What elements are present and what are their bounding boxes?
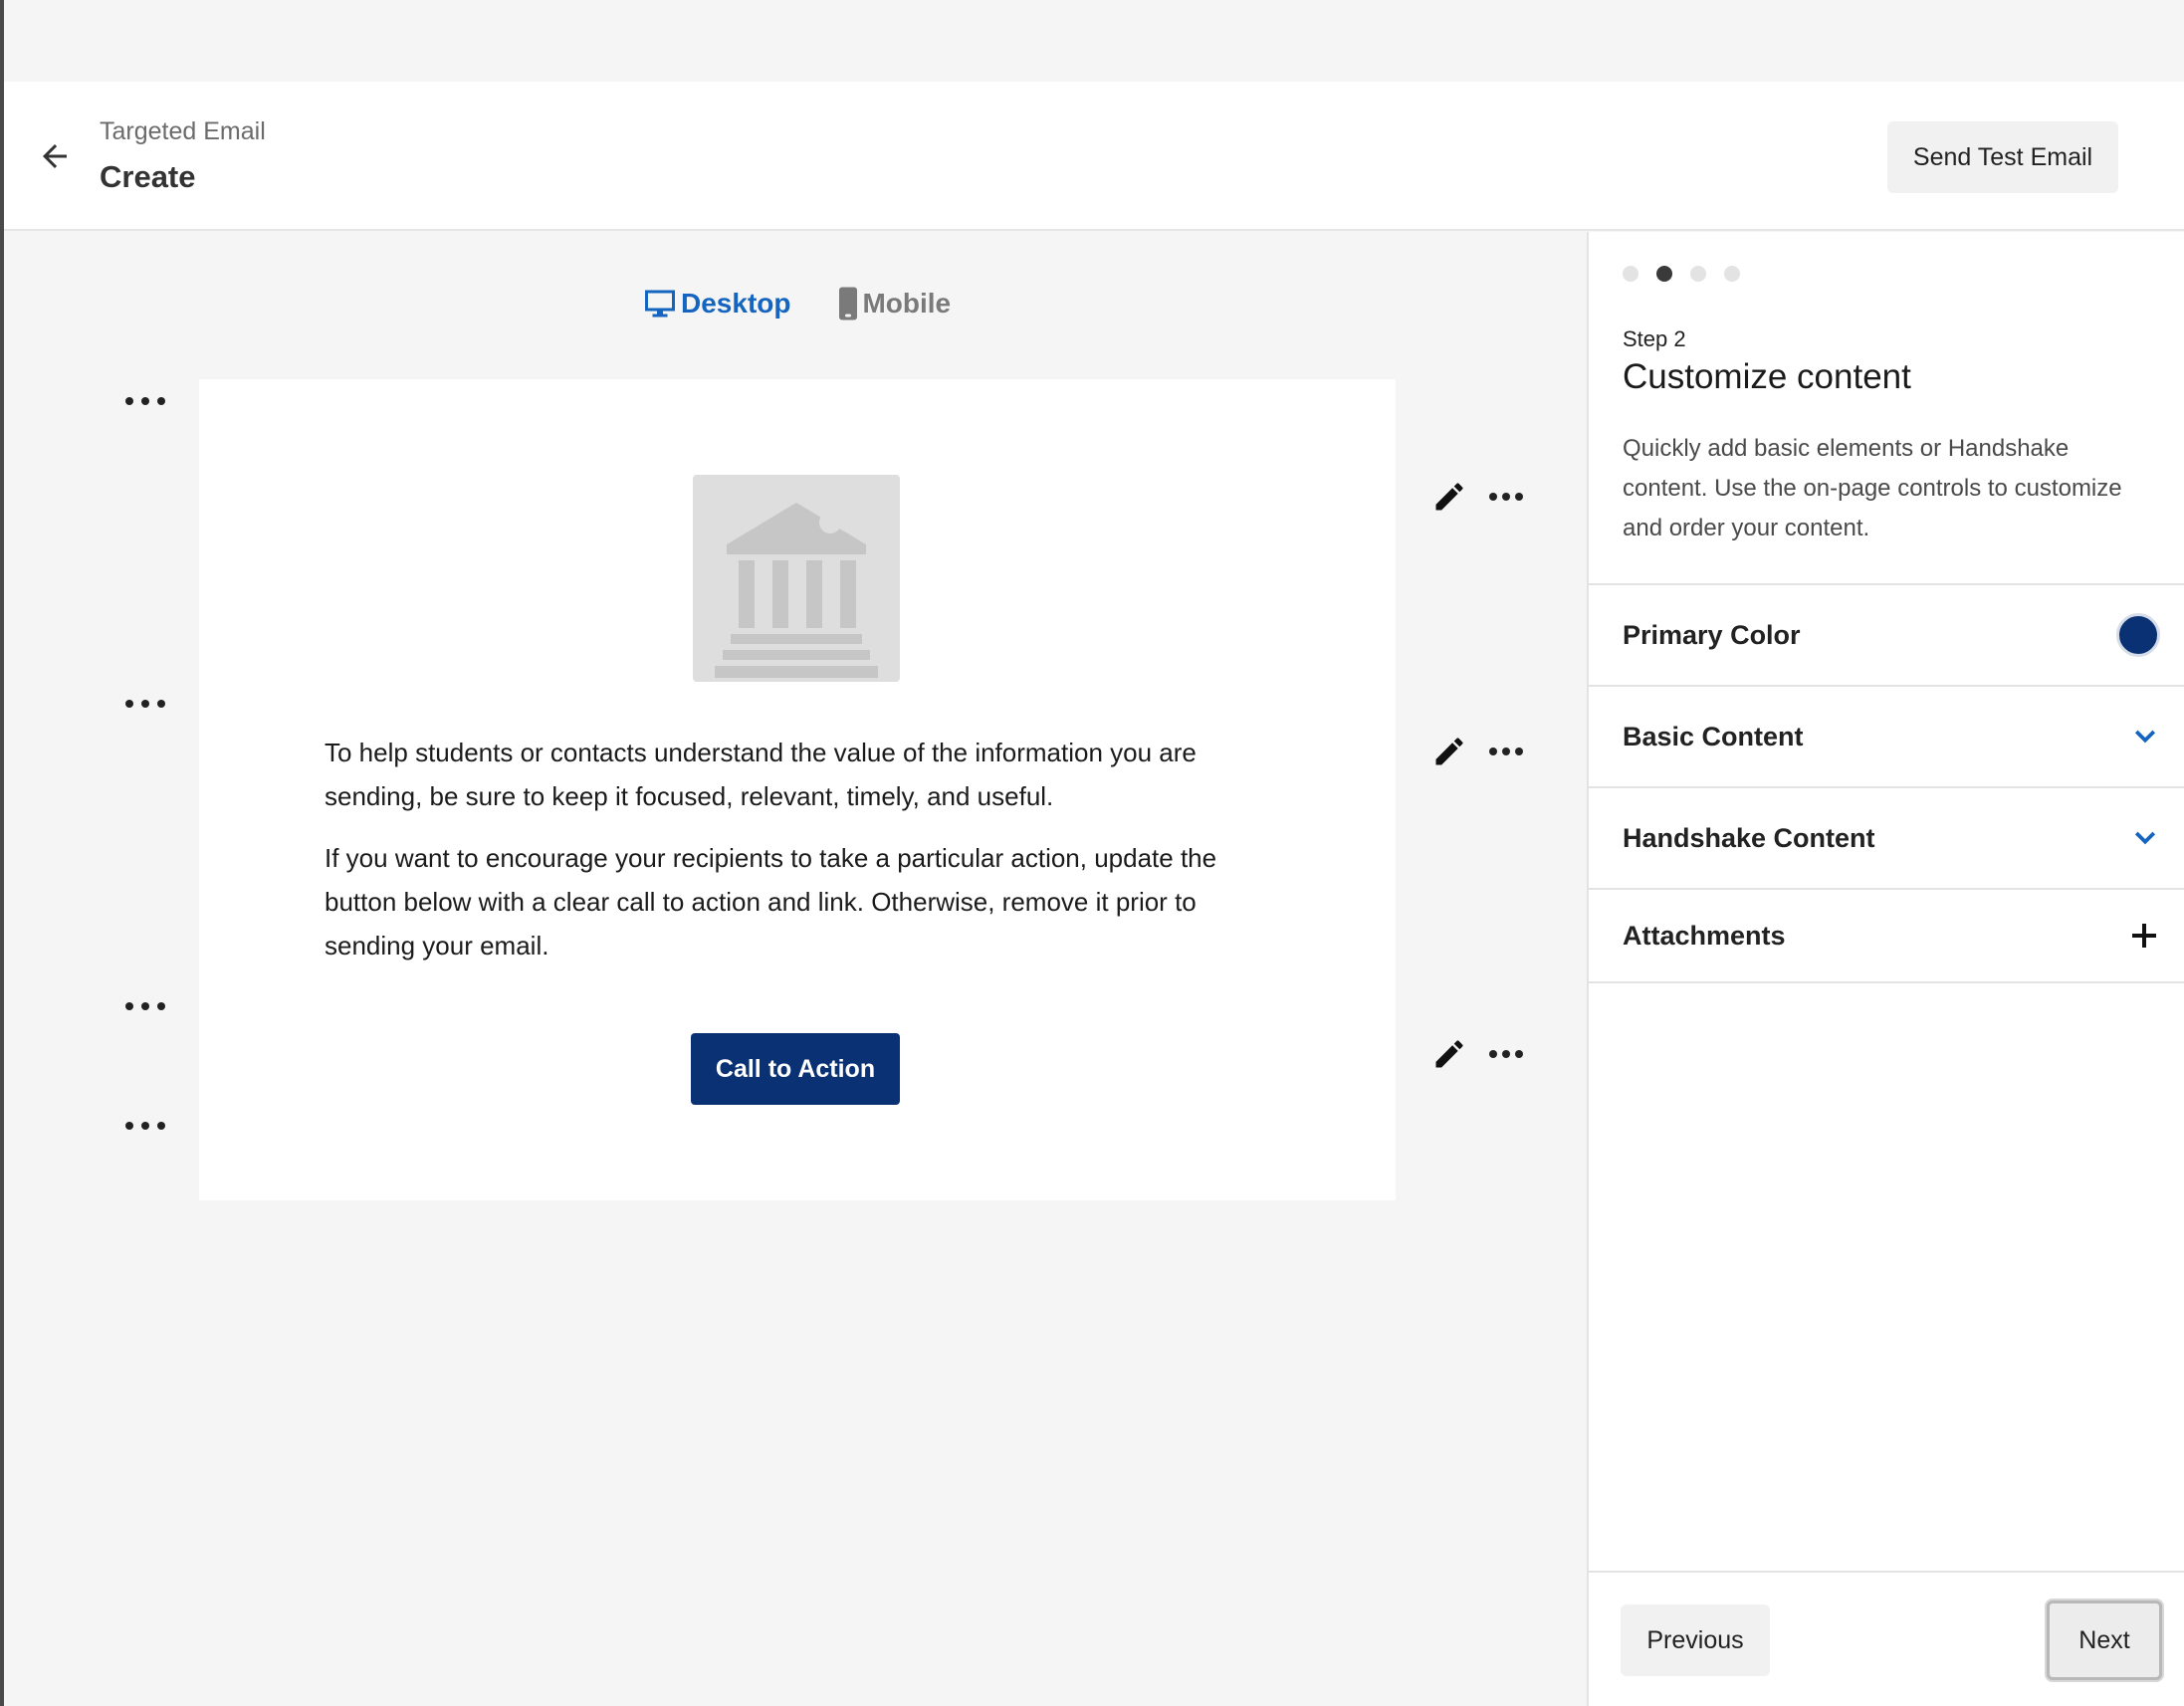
step-description: Quickly add basic elements or Handshake …: [1623, 435, 2122, 541]
button-row-controls: [1431, 1036, 1523, 1072]
attachments-section[interactable]: Attachments: [1589, 888, 2184, 983]
mobile-icon: [839, 287, 858, 320]
step-indicator: [1623, 266, 1740, 282]
section-options-button[interactable]: [125, 1116, 165, 1136]
chevron-down-icon[interactable]: [2130, 823, 2160, 853]
step-dot-current: [1656, 266, 1672, 282]
panel-footer: Previous Next: [1589, 1571, 2184, 1706]
section-label: Primary Color: [1623, 619, 1801, 650]
previous-button[interactable]: Previous: [1621, 1604, 1770, 1676]
section-label: Handshake Content: [1623, 822, 1875, 853]
page-header: Targeted Email Create Send Test Email: [4, 82, 2184, 231]
text-row-controls: [1431, 734, 1523, 769]
breadcrumb: Targeted Email: [100, 117, 266, 145]
handshake-content-section[interactable]: Handshake Content: [1589, 786, 2184, 888]
arrow-left-icon: [43, 144, 67, 168]
logo-placeholder[interactable]: [693, 475, 900, 682]
section-options-button[interactable]: [125, 391, 165, 411]
email-editor-canvas: Desktop Mobile: [4, 232, 1587, 1706]
call-to-action-button[interactable]: Call to Action: [691, 1033, 900, 1105]
tab-mobile[interactable]: Mobile: [836, 286, 951, 321]
send-test-email-button[interactable]: Send Test Email: [1887, 121, 2118, 193]
email-paragraph[interactable]: If you want to encourage your recipients…: [325, 836, 1280, 967]
edit-pencil-icon[interactable]: [1431, 1036, 1467, 1072]
more-options-icon[interactable]: [1489, 487, 1523, 507]
step-label: Step 2: [1623, 326, 1686, 351]
tab-mobile-label: Mobile: [862, 288, 952, 319]
more-options-icon[interactable]: [1489, 1044, 1523, 1064]
section-options-button[interactable]: [125, 694, 165, 714]
basic-content-section[interactable]: Basic Content: [1589, 685, 2184, 786]
step-title: Customize content: [1623, 357, 1911, 396]
next-button[interactable]: Next: [2047, 1600, 2162, 1680]
step-dot: [1724, 266, 1740, 282]
tab-desktop[interactable]: Desktop: [641, 286, 790, 321]
logo-row-controls: [1431, 479, 1523, 515]
tab-desktop-label: Desktop: [681, 288, 791, 319]
section-options-button[interactable]: [125, 996, 165, 1016]
more-options-icon[interactable]: [1489, 742, 1523, 761]
step-dot: [1623, 266, 1638, 282]
institution-icon: [715, 503, 878, 678]
top-bar: [4, 0, 2184, 82]
chevron-down-icon[interactable]: [2130, 722, 2160, 751]
email-paragraph[interactable]: To help students or contacts understand …: [325, 731, 1280, 818]
page-title: Create: [100, 159, 196, 194]
plus-icon[interactable]: [2128, 920, 2160, 952]
customize-panel: Step 2 Customize content Quickly add bas…: [1587, 232, 2184, 1706]
back-button[interactable]: [32, 133, 78, 179]
section-label: Attachments: [1623, 920, 1786, 951]
edit-pencil-icon[interactable]: [1431, 479, 1467, 515]
primary-color-section[interactable]: Primary Color: [1589, 583, 2184, 685]
step-dot: [1690, 266, 1706, 282]
desktop-icon: [645, 290, 675, 318]
edit-pencil-icon[interactable]: [1431, 734, 1467, 769]
section-label: Basic Content: [1623, 721, 1804, 751]
primary-color-swatch[interactable]: [2116, 613, 2160, 657]
view-toggle: Desktop Mobile: [641, 286, 951, 321]
